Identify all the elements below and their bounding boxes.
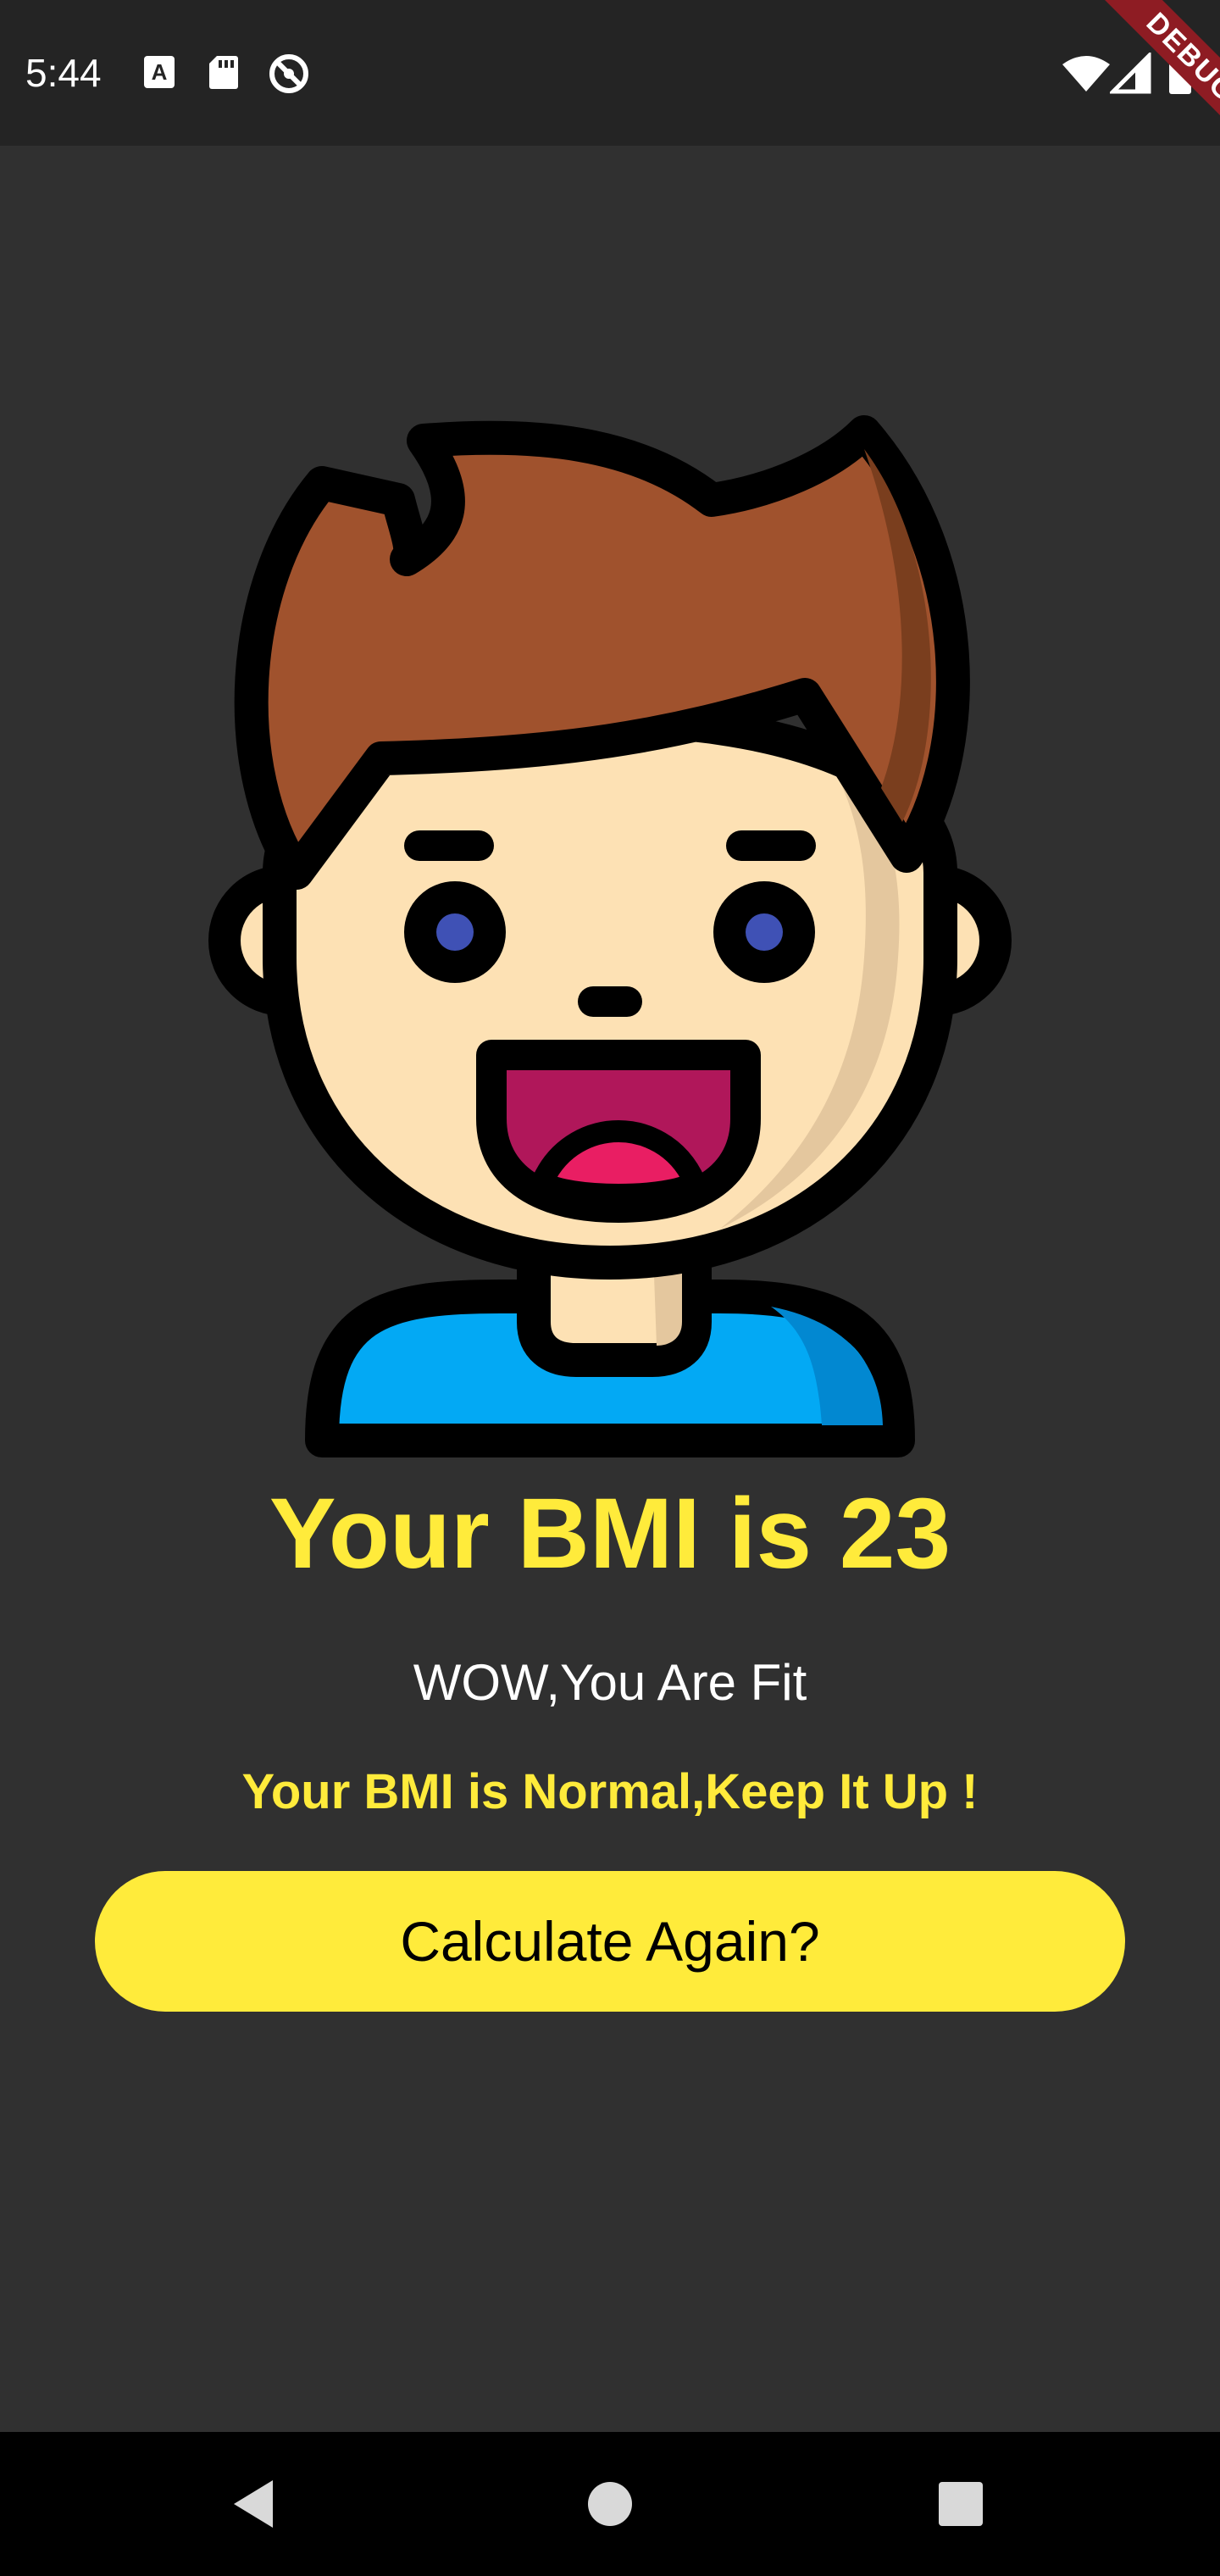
bmi-result-title: Your BMI is 23 (269, 1478, 951, 1590)
nav-recents-button[interactable] (876, 2432, 1045, 2576)
keyboard-a-icon: A (144, 56, 175, 88)
happy-boy-avatar (195, 415, 1025, 1457)
debug-ribbon: DEBUG (1080, 0, 1220, 169)
do-not-disturb-icon (269, 54, 308, 93)
status-bar: 5:44 A DEBUG (0, 0, 1220, 169)
svg-text:A: A (152, 59, 168, 85)
sd-card-icon (209, 56, 238, 89)
nav-back-button[interactable] (169, 2432, 339, 2576)
home-icon (588, 2482, 632, 2526)
bmi-result-subtitle: WOW,You Are Fit (413, 1654, 807, 1711)
back-icon (234, 2480, 273, 2528)
navigation-bar (0, 2432, 1220, 2576)
nav-home-button[interactable] (525, 2432, 695, 2576)
recents-icon (939, 2482, 983, 2526)
status-time: 5:44 (25, 51, 102, 95)
debug-banner: DEBUG (1025, 0, 1220, 195)
calculate-again-button[interactable]: Calculate Again? (95, 1871, 1125, 2012)
bmi-result-message: Your BMI is Normal,Keep It Up ! (241, 1764, 979, 1819)
